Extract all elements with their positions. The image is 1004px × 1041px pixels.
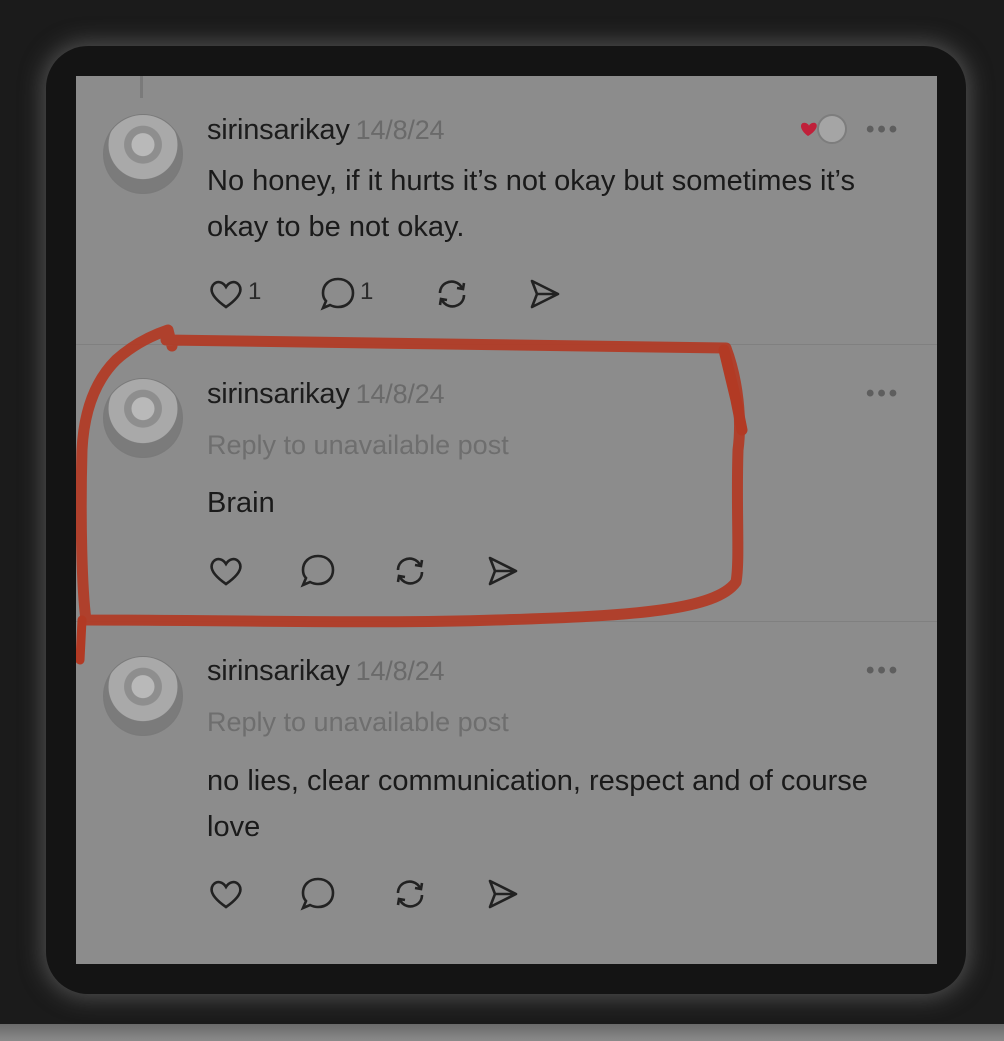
share-icon — [530, 279, 560, 309]
reply-button[interactable] — [298, 874, 338, 914]
avatar[interactable] — [103, 656, 183, 736]
post-divider — [76, 344, 937, 345]
thread-connector-line — [140, 76, 143, 98]
post-header: sirinsarikay 14/8/24 — [207, 114, 445, 147]
like-button[interactable] — [206, 551, 246, 591]
like-button[interactable]: 1 — [206, 274, 261, 314]
share-button[interactable] — [482, 551, 522, 591]
post-date: 14/8/24 — [355, 656, 445, 686]
avatar[interactable] — [103, 114, 183, 194]
post-header: sirinsarikay 14/8/24 — [207, 378, 445, 411]
reply-to-note[interactable]: Reply to unavailable post — [207, 707, 509, 738]
repost-button[interactable] — [390, 874, 430, 914]
comment-icon — [300, 554, 335, 588]
reply-count: 1 — [360, 278, 374, 305]
post-header: sirinsarikay 14/8/24 — [207, 655, 445, 688]
post-text: no lies, clear communication, respect an… — [207, 765, 868, 843]
like-count: 1 — [248, 278, 262, 305]
reply-to-note[interactable]: Reply to unavailable post — [207, 430, 509, 461]
liked-by-author-badge — [801, 114, 847, 144]
bottom-strip — [0, 1024, 1004, 1041]
post-text: No honey, if it hurts it’s not okay but … — [207, 165, 855, 243]
username[interactable]: sirinsarikay — [207, 114, 350, 146]
username[interactable]: sirinsarikay — [207, 378, 350, 410]
share-icon — [488, 879, 518, 909]
thread-screen: sirinsarikay 14/8/24 ••• No honey, if it … — [76, 76, 937, 964]
username[interactable]: sirinsarikay — [207, 655, 350, 687]
more-options-icon[interactable]: ••• — [866, 116, 900, 144]
post-date: 14/8/24 — [355, 115, 445, 145]
reply-button[interactable] — [298, 551, 338, 591]
heart-icon — [210, 880, 242, 909]
share-icon — [488, 556, 518, 586]
repost-icon — [438, 280, 466, 308]
reply-button[interactable]: 1 — [318, 274, 373, 314]
heart-icon — [210, 280, 242, 309]
like-button[interactable] — [206, 874, 246, 914]
avatar[interactable] — [103, 378, 183, 458]
repost-button[interactable] — [390, 551, 430, 591]
share-button[interactable] — [524, 274, 564, 314]
post-text: Brain — [207, 487, 275, 519]
more-options-icon[interactable]: ••• — [866, 657, 900, 685]
heart-icon — [210, 557, 242, 586]
repost-icon — [396, 880, 424, 908]
post-date: 14/8/24 — [355, 379, 445, 409]
comment-icon — [320, 277, 355, 311]
repost-icon — [396, 557, 424, 585]
more-options-icon[interactable]: ••• — [866, 380, 900, 408]
share-button[interactable] — [482, 874, 522, 914]
post-divider — [76, 621, 937, 622]
comment-icon — [300, 877, 335, 911]
repost-button[interactable] — [432, 274, 472, 314]
